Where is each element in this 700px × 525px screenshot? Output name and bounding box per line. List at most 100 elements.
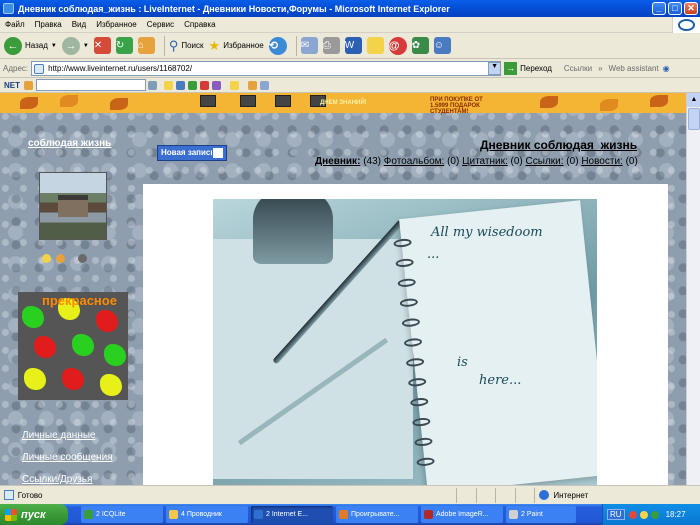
system-tray: RU 18:27 <box>602 504 700 525</box>
search-label: Поиск <box>181 41 204 50</box>
ie-icon <box>3 3 14 14</box>
address-dropdown-icon[interactable]: ▼ <box>488 62 502 75</box>
user-icon[interactable] <box>42 254 51 263</box>
zone-pane: Интернет <box>534 487 700 503</box>
imageready-icon <box>424 510 433 519</box>
favorites-label: Избранное <box>223 41 264 50</box>
windows-flag-icon <box>5 508 17 521</box>
word-edit-icon[interactable]: W <box>344 37 362 54</box>
online-icon[interactable] <box>56 254 65 263</box>
scroll-up-icon[interactable]: ▲ <box>687 93 700 107</box>
taskbar-item-ie[interactable]: 2 Internet E... <box>251 506 333 523</box>
sidebar-link-profile[interactable]: Личные данные <box>22 430 96 441</box>
stat-quote-link[interactable]: Цитатник: <box>462 156 508 167</box>
stat-links-link[interactable]: Ссылки: <box>526 156 564 167</box>
spiral-ring <box>407 377 427 388</box>
status-bar: Готово Интернет <box>0 485 700 504</box>
stat-news-link[interactable]: Новости: <box>581 156 623 167</box>
taskbar-item-imageready[interactable]: Adobe ImageR... <box>421 506 503 523</box>
stat-diary-link[interactable]: Дневник: <box>315 156 360 167</box>
refresh-icon[interactable]: ↻ <box>115 37 133 54</box>
stat-links-count: (0) <box>566 156 579 167</box>
taskbar-item-icq[interactable]: 2 ICQLite <box>81 506 163 523</box>
menu-help[interactable]: Справка <box>179 20 220 29</box>
go-arrow-icon[interactable]: → <box>504 62 518 75</box>
banner-slogan: ДНЕМ ЗНАНИЙ! <box>320 100 367 106</box>
toolbar-separator <box>295 35 297 56</box>
at-icon[interactable]: @ <box>388 36 407 55</box>
address-input[interactable]: http://www.liveinternet.ru/users/1168702… <box>31 61 502 76</box>
messenger-icon[interactable]: ☺ <box>433 37 451 54</box>
menu-edit[interactable]: Правка <box>30 20 67 29</box>
back-dropdown-icon[interactable]: ▼ <box>51 43 57 49</box>
menu-view[interactable]: Вид <box>67 20 91 29</box>
diary-title[interactable]: Дневник соблюдая_жизнь <box>480 138 637 152</box>
back-button[interactable]: ← Назад ▼ <box>4 36 57 55</box>
top-banner-ad[interactable]: ДНЕМ ЗНАНИЙ! ПРИ ПОКУПКЕ ОТ 1.5999 ПОДАР… <box>0 93 686 115</box>
menu-favorites[interactable]: Избранное <box>91 20 142 29</box>
star-icon[interactable] <box>248 80 257 90</box>
links-label[interactable]: Ссылки <box>564 64 592 73</box>
links-chevron-icon[interactable]: » <box>598 64 602 73</box>
taskbar-item-explorer[interactable]: 4 Проводник <box>166 506 248 523</box>
history-icon[interactable]: ⟲ <box>268 36 287 55</box>
taskbar-item-paint[interactable]: 2 Paint <box>506 506 576 523</box>
stat-photo-count: (0) <box>447 156 460 167</box>
scroll-thumb[interactable] <box>688 108 700 130</box>
go-button[interactable]: Переход <box>520 64 552 73</box>
menu-tools[interactable]: Сервис <box>142 20 179 29</box>
banner-promo: ПРИ ПОКУПКЕ ОТ 1.5999 ПОДАРОК СТУДЕНТАМ! <box>430 97 483 115</box>
forward-button[interactable]: → ▼ <box>61 36 89 55</box>
minimize-button[interactable]: _ <box>652 2 666 15</box>
leaf-decoration <box>540 96 558 108</box>
close-button[interactable]: ✕ <box>684 2 698 15</box>
vertical-scrollbar[interactable]: ▲ <box>686 93 700 485</box>
menu-file[interactable]: Файл <box>0 20 30 29</box>
paint-splash <box>24 368 46 390</box>
toolbar-search-input[interactable] <box>36 79 146 91</box>
user-avatar[interactable] <box>39 172 107 240</box>
maximize-button[interactable]: □ <box>668 2 682 15</box>
clock[interactable]: 18:27 <box>666 510 686 519</box>
toolbar-icon[interactable] <box>212 80 221 90</box>
task-label: 2 Internet E... <box>266 511 309 518</box>
net-toolbar-logo[interactable]: NET <box>0 81 24 90</box>
spiral-ring <box>399 297 419 308</box>
tray-icon[interactable] <box>628 510 637 519</box>
home-icon[interactable]: ⌂ <box>137 37 155 54</box>
mail-icon[interactable] <box>260 80 269 90</box>
language-indicator[interactable]: RU <box>607 509 625 520</box>
search-button[interactable]: ⚲ Поиск <box>169 38 204 54</box>
toolbar-icon[interactable] <box>176 80 185 90</box>
laptop-image <box>275 95 291 107</box>
web-assistant-label[interactable]: Web assistant <box>609 64 659 73</box>
start-button[interactable]: пуск <box>0 504 68 525</box>
media-icon[interactable]: ✿ <box>411 37 429 54</box>
address-bar: Адрес: http://www.liveinternet.ru/users/… <box>0 60 700 78</box>
sidebar-link-friends[interactable]: Ссылки/Друзья <box>22 474 92 485</box>
folder-icon[interactable] <box>164 80 173 90</box>
mail-icon[interactable]: ✉ <box>300 37 318 54</box>
stat-photo-link[interactable]: Фотоальбом: <box>384 156 445 167</box>
note-icon[interactable] <box>366 37 384 54</box>
spiral-ring <box>403 337 423 348</box>
site-title-link[interactable]: соблюдая жизнь <box>28 138 111 149</box>
tray-icon[interactable] <box>650 510 659 519</box>
sidebar-link-messages[interactable]: Личные сообщения <box>22 452 113 463</box>
toolbar-dropdown-icon[interactable] <box>24 80 33 90</box>
print-icon[interactable]: ⎙ <box>322 37 340 54</box>
weather-icon[interactable] <box>230 80 239 90</box>
new-post-button[interactable]: Новая запись <box>157 145 227 161</box>
globe-icon[interactable]: ◉ <box>663 64 670 73</box>
window-title-bar[interactable]: Дневник соблюдая_жизнь : LiveInternet - … <box>0 0 700 17</box>
favorites-button[interactable]: ★ Избранное <box>209 38 264 54</box>
stop-icon[interactable]: ✕ <box>93 37 111 54</box>
tray-icon[interactable] <box>639 510 648 519</box>
toolbar-dropdown-icon[interactable] <box>148 80 157 90</box>
heart-icon[interactable] <box>200 80 209 90</box>
forward-dropdown-icon[interactable]: ▼ <box>83 43 89 49</box>
taskbar-item-player[interactable]: Проигрывате... <box>336 506 418 523</box>
gift-icon[interactable] <box>78 254 87 263</box>
toolbar-icon[interactable] <box>188 80 197 90</box>
star-icon: ★ <box>208 37 221 53</box>
